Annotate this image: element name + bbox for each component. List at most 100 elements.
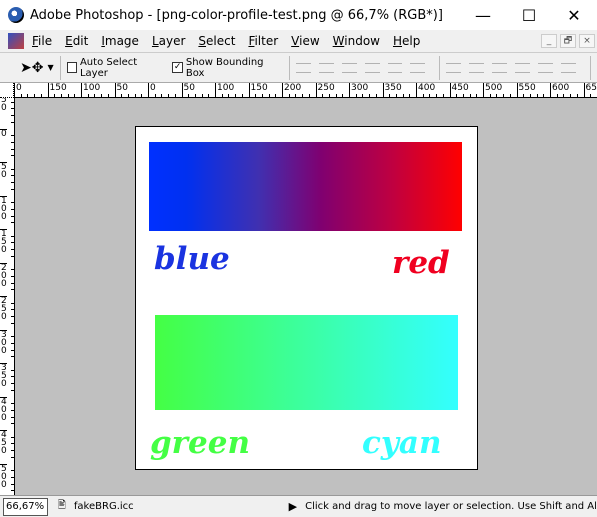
ruler-tick	[11, 168, 14, 170]
ruler-tick	[11, 349, 14, 351]
ruler-tick	[154, 94, 156, 97]
ruler-label: 250	[315, 83, 335, 97]
distribute-right-icon[interactable]	[561, 62, 577, 73]
menu-help[interactable]: Help	[393, 34, 420, 48]
document-icon[interactable]	[8, 33, 24, 49]
maximize-button[interactable]: ☐	[506, 0, 552, 30]
separator	[439, 55, 441, 80]
cyan-label: cyan	[362, 425, 442, 461]
menu-file[interactable]: File	[32, 34, 52, 48]
ruler-tick	[11, 383, 14, 385]
ruler-label: 150	[47, 83, 67, 97]
ruler-tick	[11, 215, 14, 217]
align-bottom-icon[interactable]	[341, 62, 357, 73]
distribute-bottom-icon[interactable]	[492, 62, 508, 73]
menu-filter[interactable]: Filter	[248, 34, 278, 48]
horizontal-ruler[interactable]: 0 150 100 50 0 50 100 150 200 250 300 350 400 450 500 5…	[14, 83, 597, 98]
ruler-tick	[11, 242, 14, 244]
ruler-tick	[11, 302, 14, 304]
minimize-button[interactable]: —	[460, 0, 506, 30]
ruler-tick	[127, 94, 129, 97]
ruler-tick	[121, 94, 123, 97]
ruler-label: 500	[483, 83, 502, 97]
ruler-tick	[556, 94, 558, 97]
ruler-tick	[60, 94, 62, 97]
distribute-left-icon[interactable]	[515, 62, 531, 73]
title-bar: Adobe Photoshop - [png-color-profile-tes…	[0, 0, 597, 30]
menu-layer[interactable]: Layer	[152, 34, 185, 48]
ruler-tick	[436, 94, 438, 97]
tool-preset-dropdown[interactable]: ▼	[47, 63, 53, 72]
color-profile: fakeBRG.icc	[73, 501, 134, 512]
ruler-tick	[87, 94, 89, 97]
ruler-tick	[469, 94, 471, 97]
ruler-tick	[11, 443, 14, 445]
ruler-label: 100	[0, 195, 7, 222]
ruler-tick	[11, 436, 14, 438]
ruler-tick	[342, 94, 344, 97]
move-tool-icon[interactable]: ➤✥	[20, 60, 43, 76]
zoom-level-field[interactable]: 66,67%	[3, 497, 48, 516]
ruler-tick	[11, 269, 14, 271]
ruler-origin[interactable]	[0, 83, 14, 98]
ruler-tick	[362, 94, 364, 97]
ruler-tick	[11, 148, 14, 150]
ruler-tick	[241, 94, 243, 97]
canvas-area[interactable]: blue red green cyan	[15, 98, 597, 495]
status-menu-arrow[interactable]: ▶	[289, 500, 297, 513]
menu-image[interactable]: Image	[101, 34, 139, 48]
ruler-label: 200	[0, 262, 7, 289]
ruler-label: 200	[282, 83, 301, 97]
distribute-top-icon[interactable]	[446, 62, 462, 73]
ruler-label: 150	[0, 229, 7, 255]
menu-view[interactable]: View	[291, 34, 319, 48]
document-image[interactable]: blue red green cyan	[135, 126, 478, 470]
ruler-label: 400	[0, 396, 7, 423]
ruler-tick	[442, 94, 444, 97]
menu-window[interactable]: Window	[333, 34, 380, 48]
ruler-label: 150	[248, 83, 268, 97]
ruler-tick	[101, 94, 103, 97]
ruler-tick	[11, 470, 14, 472]
document-info-icon[interactable]: 🖹	[58, 498, 66, 515]
ruler-tick	[228, 94, 230, 97]
vertical-ruler[interactable]: 50 0 50 100 150 200 250 300 350 400 450 500	[0, 98, 15, 495]
ruler-tick	[590, 94, 592, 97]
ruler-tick	[134, 94, 136, 97]
ruler-tick	[288, 94, 290, 97]
align-top-icon[interactable]	[295, 62, 311, 73]
ruler-tick	[94, 94, 96, 97]
ruler-tick	[476, 94, 478, 97]
separator	[288, 55, 290, 80]
ruler-tick	[429, 94, 431, 97]
ruler-tick	[174, 94, 176, 97]
ruler-tick	[11, 275, 14, 277]
align-vcenter-icon[interactable]	[318, 62, 334, 73]
doc-close-button[interactable]: ×	[579, 34, 595, 48]
distribute-hcenter-icon[interactable]	[538, 62, 554, 73]
align-hcenter-icon[interactable]	[387, 62, 403, 73]
ruler-tick	[563, 94, 565, 97]
show-bounding-box-checkbox[interactable]: ✓	[172, 62, 183, 73]
ruler-tick	[11, 403, 14, 405]
menu-edit[interactable]: Edit	[65, 34, 88, 48]
ruler-tick	[11, 316, 14, 318]
ruler-tick	[74, 94, 76, 97]
align-right-icon[interactable]	[410, 62, 426, 73]
doc-restore-button[interactable]: 🗗	[560, 34, 576, 48]
show-bounding-box-label: Show Bounding Box	[185, 56, 264, 79]
ruler-tick	[11, 309, 14, 311]
distribute-vcenter-icon[interactable]	[469, 62, 485, 73]
ruler-label: 350	[382, 83, 402, 97]
status-hint: Click and drag to move layer or selectio…	[305, 501, 597, 512]
close-button[interactable]: ✕	[551, 0, 597, 30]
auto-select-layer-label: Auto Select Layer	[79, 56, 138, 79]
ruler-tick	[11, 101, 14, 103]
ruler-tick	[375, 94, 377, 97]
auto-select-layer-checkbox[interactable]	[66, 62, 77, 73]
ruler-tick	[422, 94, 424, 97]
align-left-icon[interactable]	[364, 62, 380, 73]
doc-minimize-button[interactable]: _	[541, 34, 557, 48]
menu-select[interactable]: Select	[198, 34, 235, 48]
ruler-tick	[536, 94, 538, 97]
